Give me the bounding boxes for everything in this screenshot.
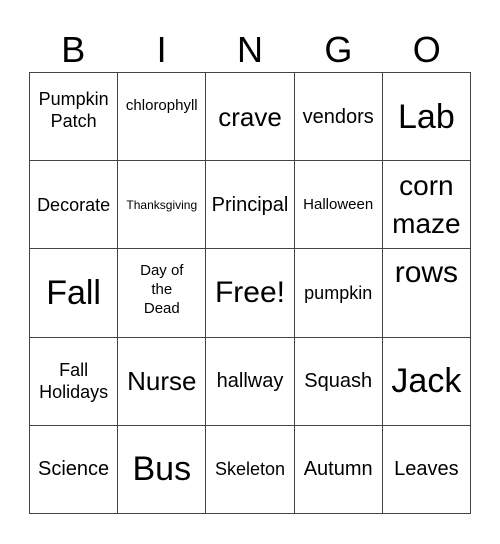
header-letter-g: G [324,29,353,70]
bingo-cell[interactable]: Autumn [294,425,383,514]
cell-text: Autumn [303,458,373,481]
bingo-cell[interactable]: Decorate [30,161,119,250]
cell-text: Day of the Dead [140,262,184,318]
cell-text: Halloween [303,196,374,214]
bingo-cell[interactable]: Leaves [382,425,471,514]
bingo-header: B I N G O [29,28,471,72]
bingo-cell[interactable]: corn maze [382,161,471,250]
bingo-cell[interactable]: Principal [206,161,295,250]
free-space[interactable]: Free! [206,249,295,338]
cell-text: Decorate [37,194,111,215]
bingo-cell[interactable]: chlorophyll [118,73,207,162]
cell-text: Pumpkin Patch [38,88,109,131]
header-letter-n: N [236,29,263,70]
bingo-cell[interactable]: Jack [382,337,471,426]
cell-text: Bus [132,450,192,489]
bingo-card: Pumpkin Patch chlorophyll crave vendors … [29,72,471,514]
cell-text: pumpkin [304,282,373,303]
bingo-cell[interactable]: Day of the Dead [118,249,207,338]
cell-text: Fall [46,273,101,312]
bingo-cell[interactable]: rows [382,249,471,338]
bingo-cell[interactable]: Skeleton [206,425,295,514]
bingo-cell[interactable]: Bus [118,425,207,514]
bingo-cell[interactable]: Lab [382,73,471,162]
cell-text: Free! [214,275,285,309]
header-letter-o: O [412,29,441,70]
cell-text: Leaves [394,458,459,481]
bingo-cell[interactable]: Science [30,425,119,514]
cell-text: corn maze [392,169,461,239]
bingo-cell[interactable]: hallway [206,337,295,426]
cell-text: Fall Holidays [39,360,109,403]
cell-text: Science [38,458,110,481]
header-letter-b: B [61,29,86,70]
bingo-cell[interactable]: crave [206,73,295,162]
bingo-cell[interactable]: Nurse [118,337,207,426]
cell-text: crave [218,101,282,132]
bingo-cell[interactable]: Halloween [294,161,383,250]
cell-text: hallway [216,370,284,393]
bingo-cell[interactable]: pumpkin [294,249,383,338]
cell-text: Lab [398,97,455,136]
bingo-cell[interactable]: Squash [294,337,383,426]
cell-text: Skeleton [214,459,286,480]
bingo-cell[interactable]: Pumpkin Patch [30,73,119,162]
cell-text: Thanksgiving [126,197,198,212]
cell-text: Jack [391,362,462,401]
header-letter-i: I [156,29,167,70]
bingo-cell[interactable]: Fall Holidays [30,337,119,426]
bingo-cell[interactable]: Fall [30,249,119,338]
cell-text: Nurse [127,366,197,397]
bingo-cell[interactable]: Thanksgiving [118,161,207,250]
cell-text: vendors [302,105,374,128]
cell-text: Principal [211,193,289,216]
cell-text: Squash [304,370,373,393]
cell-text: chlorophyll [125,97,198,114]
cell-text: rows [394,256,459,290]
bingo-cell[interactable]: vendors [294,73,383,162]
